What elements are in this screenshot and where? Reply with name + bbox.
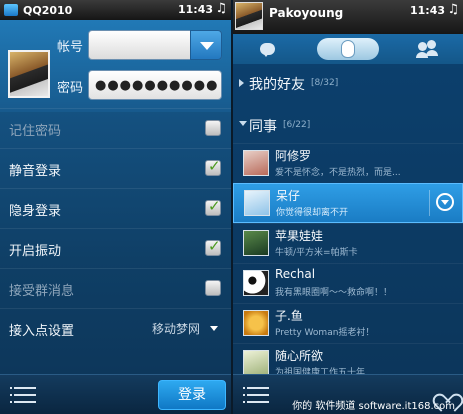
chevron-down-icon: [210, 326, 218, 331]
setting-remember-password[interactable]: 记住密码: [0, 108, 231, 148]
bottom-bar: 你的 软件频道 software.it168.com: [233, 374, 463, 414]
app-title: QQ2010: [23, 3, 73, 17]
setting-group-messages[interactable]: 接受群消息: [0, 268, 231, 308]
vibrate-checkbox[interactable]: ✓: [205, 237, 221, 256]
tab-groups[interactable]: [415, 38, 441, 60]
setting-vibrate[interactable]: 开启振动 ✓: [0, 228, 231, 268]
friend-avatar: [243, 150, 269, 176]
avatar[interactable]: [235, 2, 263, 30]
menu-icon[interactable]: [243, 387, 269, 403]
tab-friends[interactable]: [317, 38, 379, 60]
setting-silent-login[interactable]: 静音登录 ✓: [0, 148, 231, 188]
friend-name: 阿修罗: [275, 149, 312, 163]
friend-list-screen: Pakoyoung 11:43 ♫ 我的好友 [8/32] 同事 [6/22]: [233, 0, 463, 414]
check-icon: ✓: [208, 237, 221, 255]
group-count: [6/22]: [283, 120, 311, 130]
watermark: 你的 软件频道 software.it168.com: [292, 401, 455, 412]
login-screen: QQ2010 11:43 ♫ 帐号 密码 ●●●●●●●●●● 记住密码 静音登…: [0, 0, 231, 414]
friend-status: 爱不是怀念，不是热烈，而是...: [275, 168, 401, 178]
friend-status: Pretty Woman摇老衬！: [275, 328, 375, 338]
tab-chats[interactable]: [255, 38, 281, 60]
friend-status: 牛顿/平方米=帕斯卡: [275, 248, 358, 258]
friend-avatar: [243, 230, 269, 256]
chevron-down-icon: [200, 42, 214, 50]
access-point-label: 接入点设置: [9, 324, 75, 339]
group-messages-checkbox[interactable]: [205, 280, 221, 296]
chevron-right-icon: [239, 79, 244, 87]
group-count: [8/32]: [311, 78, 339, 88]
access-point-select[interactable]: 移动梦网: [152, 320, 200, 337]
setting-label: 隐身登录: [9, 204, 62, 219]
friend-avatar: [244, 190, 270, 216]
username: Pakoyoung: [269, 6, 344, 20]
silent-login-checkbox[interactable]: ✓: [205, 157, 221, 176]
friend-row[interactable]: 子.鱼 Pretty Woman摇老衬！: [233, 303, 463, 343]
login-panel: 帐号 密码 ●●●●●●●●●●: [0, 20, 231, 112]
friend-row[interactable]: 呆仔 你觉得很却离不开: [233, 183, 463, 223]
account-label: 帐号: [57, 40, 84, 55]
login-button[interactable]: 登录: [158, 380, 226, 410]
chat-bubble-icon: [260, 43, 275, 57]
friend-avatar: [243, 310, 269, 336]
password-label: 密码: [57, 81, 84, 96]
bottom-bar: 登录: [0, 374, 231, 414]
remember-password-checkbox[interactable]: [205, 120, 221, 136]
setting-label: 记住密码: [9, 124, 62, 139]
setting-label: 接受群消息: [9, 284, 75, 299]
friend-avatar: [243, 270, 269, 296]
tab-bar: [233, 34, 463, 64]
status-bar: QQ2010 11:43 ♫: [0, 0, 231, 20]
friend-name: Rechal: [275, 267, 316, 281]
status-bar: Pakoyoung 11:43 ♫: [233, 0, 463, 34]
chevron-down-icon: [239, 121, 247, 126]
password-input[interactable]: ●●●●●●●●●●: [88, 70, 222, 100]
friend-avatar: [243, 350, 269, 376]
screenshot: QQ2010 11:43 ♫ 帐号 密码 ●●●●●●●●●● 记住密码 静音登…: [0, 0, 463, 414]
friend-row[interactable]: Rechal 我有黑眼圈啊～～救命啊！！: [233, 263, 463, 303]
friend-name: 随心所欲: [275, 349, 324, 363]
friend-name: 呆仔: [276, 189, 301, 203]
clock: 11:43: [409, 4, 445, 17]
setting-label: 静音登录: [9, 164, 62, 179]
group-name: 同事: [249, 119, 277, 135]
friend-row[interactable]: 阿修罗 爱不是怀念，不是热烈，而是...: [233, 143, 463, 183]
setting-access-point[interactable]: 接入点设置 移动梦网: [0, 308, 231, 348]
qq-penguin-icon: [341, 40, 355, 58]
friend-row[interactable]: 苹果娃娃 牛顿/平方米=帕斯卡: [233, 223, 463, 263]
menu-icon[interactable]: [10, 387, 36, 403]
check-icon: ✓: [208, 157, 221, 175]
setting-label: 开启振动: [9, 244, 62, 259]
music-note-icon: ♫: [215, 1, 227, 16]
friend-status: 我有黑眼圈啊～～救命啊！！: [275, 288, 393, 298]
group-header-my-friends[interactable]: 我的好友 [8/32]: [233, 66, 463, 100]
group-header-colleagues[interactable]: 同事 [6/22]: [233, 108, 463, 142]
friend-name: 子.鱼: [275, 309, 303, 323]
friend-status: 你觉得很却离不开: [276, 208, 349, 218]
check-icon: ✓: [208, 197, 221, 215]
group-name: 我的好友: [249, 77, 305, 93]
invisible-login-checkbox[interactable]: ✓: [205, 197, 221, 216]
music-note-icon: ♫: [447, 2, 459, 17]
qq-app-icon: [4, 4, 18, 16]
friend-name: 苹果娃娃: [275, 229, 324, 243]
clock: 11:43: [177, 3, 213, 16]
divider: [429, 190, 430, 216]
account-dropdown-button[interactable]: [190, 30, 222, 60]
avatar[interactable]: [8, 50, 50, 98]
setting-invisible-login[interactable]: 隐身登录 ✓: [0, 188, 231, 228]
expand-menu-icon[interactable]: [436, 193, 454, 211]
